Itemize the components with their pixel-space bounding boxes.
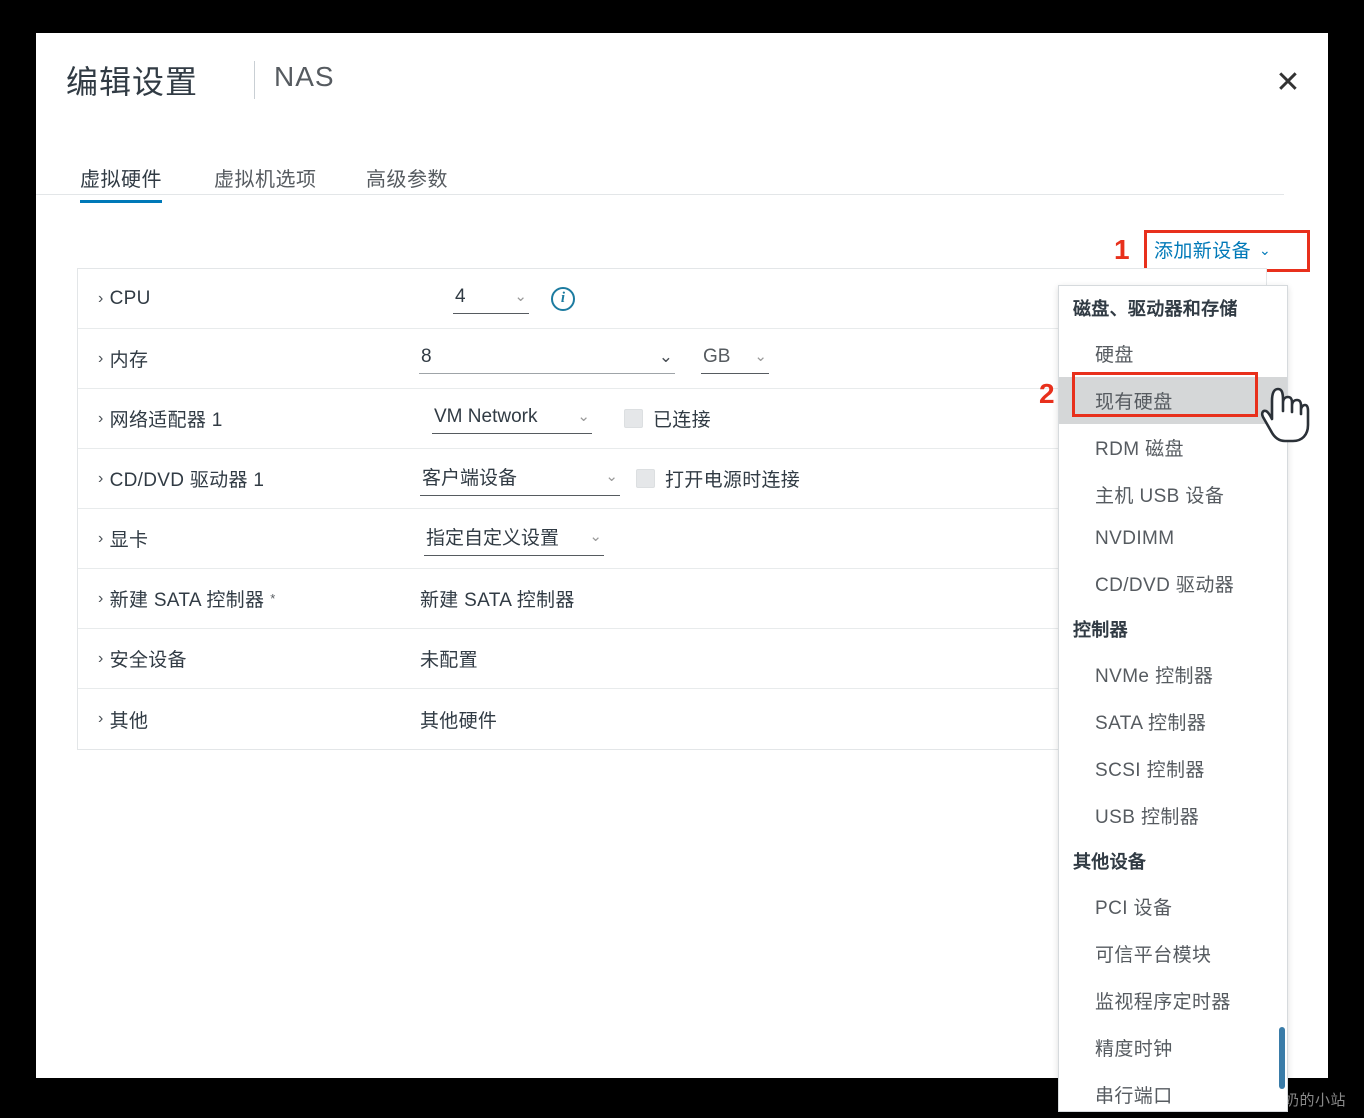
security-device-value: 未配置 bbox=[420, 650, 478, 671]
menu-scrollbar[interactable] bbox=[1279, 1027, 1285, 1089]
add-new-device-button[interactable]: 添加新设备 ⌄ bbox=[1154, 236, 1271, 263]
menu-item-precision-clock[interactable]: 精度时钟 bbox=[1059, 1024, 1287, 1071]
chevron-down-icon: ⌄ bbox=[589, 528, 602, 545]
cddvd-device-value: 客户端设备 bbox=[422, 468, 518, 489]
hardware-label-cddvd[interactable]: › CD/DVD 驱动器 1 bbox=[98, 465, 264, 492]
tab-bar: 虚拟硬件 虚拟机选项 高级参数 bbox=[36, 163, 1284, 203]
chevron-down-icon: ⌄ bbox=[577, 408, 590, 425]
menu-item-cddvd-drive[interactable]: CD/DVD 驱动器 bbox=[1059, 560, 1287, 607]
chevron-right-icon: › bbox=[98, 349, 104, 367]
sata-controller-value: 新建 SATA 控制器 bbox=[420, 590, 575, 611]
chevron-right-icon: › bbox=[98, 529, 104, 547]
memory-unit-select[interactable]: GB ⌄ bbox=[701, 344, 769, 374]
memory-size-value: 8 bbox=[421, 345, 432, 367]
menu-item-nvdimm[interactable]: NVDIMM bbox=[1059, 518, 1287, 560]
menu-item-hard-disk[interactable]: 硬盘 bbox=[1059, 330, 1287, 377]
title-separator bbox=[254, 61, 255, 99]
menu-group-title-storage: 磁盘、驱动器和存储 bbox=[1073, 299, 1238, 319]
vm-name-label: NAS bbox=[274, 61, 335, 92]
chevron-down-icon: ⌄ bbox=[1259, 241, 1272, 258]
tab-vm-options[interactable]: 虚拟机选项 bbox=[214, 163, 317, 202]
chevron-right-icon: › bbox=[98, 289, 104, 307]
chevron-right-icon: › bbox=[98, 469, 104, 487]
video-card-value: 指定自定义设置 bbox=[426, 528, 560, 549]
info-icon[interactable]: i bbox=[551, 286, 575, 311]
hardware-name: 新建 SATA 控制器 bbox=[109, 590, 265, 611]
hardware-label-video-card[interactable]: › 显卡 bbox=[98, 525, 148, 552]
close-icon[interactable]: ✕ bbox=[1270, 65, 1306, 101]
chevron-down-icon: ⌄ bbox=[605, 468, 618, 485]
network-connected-checkbox[interactable] bbox=[624, 409, 643, 428]
menu-group-title-other-devices: 其他设备 bbox=[1073, 852, 1147, 872]
hardware-label-security-device[interactable]: › 安全设备 bbox=[98, 645, 187, 672]
cddvd-connect-checkbox-wrap[interactable]: 打开电源时连接 bbox=[636, 465, 800, 492]
hardware-label-cpu[interactable]: › CPU bbox=[98, 288, 151, 310]
menu-item-trusted-platform-module[interactable]: 可信平台模块 bbox=[1059, 930, 1287, 977]
hardware-label-network-adapter[interactable]: › 网络适配器 1 bbox=[98, 405, 223, 432]
network-value: VM Network bbox=[434, 405, 538, 427]
chevron-down-icon: ⌄ bbox=[658, 347, 673, 366]
cddvd-connect-label: 打开电源时连接 bbox=[665, 470, 801, 491]
network-connected-label: 已连接 bbox=[653, 410, 711, 431]
hardware-name: 内存 bbox=[109, 350, 149, 371]
page-title: 编辑设置 bbox=[66, 64, 199, 100]
menu-group-title-controllers: 控制器 bbox=[1073, 620, 1128, 640]
cddvd-connect-checkbox[interactable] bbox=[636, 469, 655, 488]
hand-cursor-icon bbox=[1258, 381, 1310, 448]
chevron-down-icon: ⌄ bbox=[754, 348, 767, 365]
other-value: 其他硬件 bbox=[420, 710, 498, 732]
menu-item-serial-port[interactable]: 串行端口 bbox=[1059, 1071, 1287, 1111]
video-card-select[interactable]: 指定自定义设置 ⌄ bbox=[424, 521, 604, 556]
chevron-right-icon: › bbox=[98, 710, 104, 727]
chevron-right-icon: › bbox=[98, 409, 104, 427]
network-select[interactable]: VM Network ⌄ bbox=[432, 404, 592, 434]
menu-item-host-usb-device[interactable]: 主机 USB 设备 bbox=[1059, 471, 1287, 518]
cpu-count-value: 4 bbox=[455, 285, 466, 307]
menu-item-usb-controller[interactable]: USB 控制器 bbox=[1059, 792, 1287, 839]
add-device-dropdown-menu[interactable]: 磁盘、驱动器和存储 硬盘 现有硬盘 RDM 磁盘 主机 USB 设备 NVDIM… bbox=[1058, 285, 1288, 1112]
menu-item-existing-hard-disk[interactable]: 现有硬盘 bbox=[1059, 377, 1287, 424]
menu-item-pci-device[interactable]: PCI 设备 bbox=[1059, 883, 1287, 930]
edit-settings-dialog: 编辑设置 NAS ✕ 虚拟硬件 虚拟机选项 高级参数 1 添加新设备 ⌄ › C… bbox=[36, 33, 1328, 1112]
memory-unit-value: GB bbox=[703, 345, 731, 367]
network-connected-checkbox-wrap[interactable]: 已连接 bbox=[624, 405, 711, 432]
annotation-number-1: 1 bbox=[1114, 234, 1130, 265]
hardware-label-other[interactable]: › 其他 bbox=[98, 706, 148, 733]
menu-item-watchdog-timer[interactable]: 监视程序定时器 bbox=[1059, 977, 1287, 1024]
menu-item-sata-controller[interactable]: SATA 控制器 bbox=[1059, 698, 1287, 745]
hardware-name: CPU bbox=[109, 287, 151, 309]
hardware-label-memory[interactable]: › 内存 bbox=[98, 345, 148, 372]
hardware-name: 安全设备 bbox=[109, 650, 187, 671]
annotation-number-2: 2 bbox=[1039, 378, 1055, 409]
chevron-right-icon: › bbox=[98, 649, 104, 667]
dialog-header: 编辑设置 NAS ✕ bbox=[36, 33, 1328, 128]
add-new-device-label: 添加新设备 bbox=[1154, 241, 1252, 262]
memory-size-input[interactable]: 8 ⌄ bbox=[419, 344, 675, 374]
tab-advanced-params[interactable]: 高级参数 bbox=[366, 163, 448, 202]
menu-item-rdm-disk[interactable]: RDM 磁盘 bbox=[1059, 424, 1287, 471]
cddvd-device-select[interactable]: 客户端设备 ⌄ bbox=[420, 461, 620, 496]
tab-virtual-hardware[interactable]: 虚拟硬件 bbox=[80, 163, 162, 203]
chevron-right-icon: › bbox=[98, 589, 104, 607]
cpu-count-select[interactable]: 4 ⌄ bbox=[453, 284, 529, 314]
chevron-down-icon: ⌄ bbox=[514, 288, 527, 305]
menu-item-scsi-controller[interactable]: SCSI 控制器 bbox=[1059, 745, 1287, 792]
hardware-label-sata-controller[interactable]: › 新建 SATA 控制器 * bbox=[98, 585, 276, 612]
hardware-name: 其他 bbox=[109, 710, 149, 732]
hardware-name: 显卡 bbox=[109, 530, 149, 551]
hardware-name: CD/DVD 驱动器 1 bbox=[109, 470, 265, 491]
hardware-name: 网络适配器 1 bbox=[109, 410, 223, 431]
required-asterisk: * bbox=[270, 591, 276, 606]
screen-root: 编辑设置 NAS ✕ 虚拟硬件 虚拟机选项 高级参数 1 添加新设备 ⌄ › C… bbox=[0, 0, 1364, 1118]
menu-item-nvme-controller[interactable]: NVMe 控制器 bbox=[1059, 651, 1287, 698]
